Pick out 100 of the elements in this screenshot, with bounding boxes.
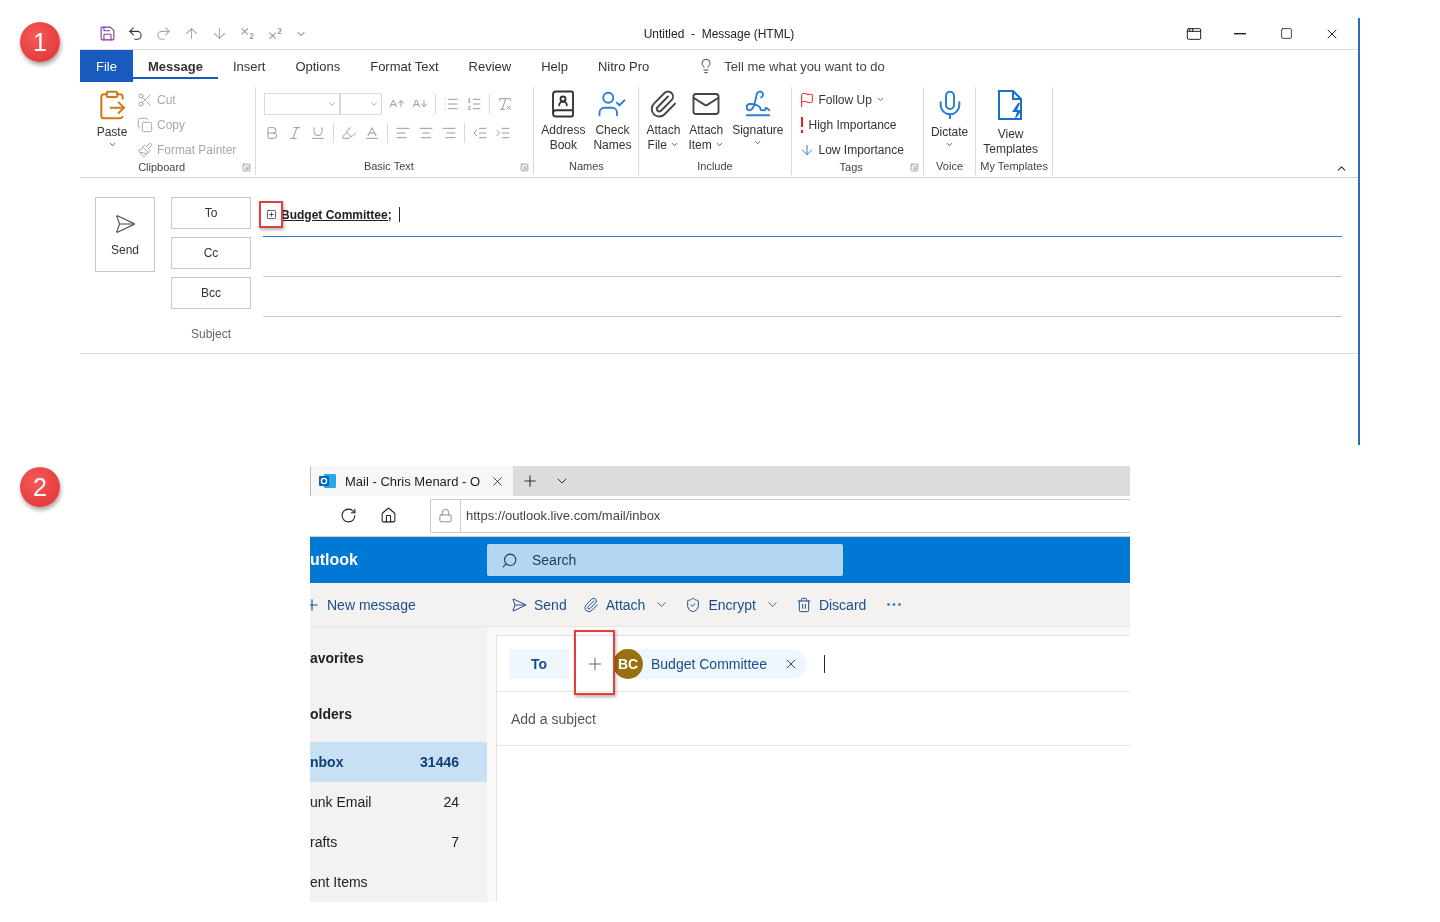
toolbar-button[interactable]: Discard (795, 596, 867, 613)
section-heading[interactable]: avorites (310, 630, 487, 686)
ribbon-tab[interactable]: Review (453, 50, 527, 82)
folder-item[interactable]: nbox 31446 (310, 742, 487, 782)
app-name: utlook (310, 551, 359, 570)
minimize-icon (1234, 32, 1246, 35)
ribbon-button[interactable]: Paste (92, 87, 132, 161)
group-label: Basic Text (362, 160, 415, 174)
ribbon-button[interactable]: Signature (729, 87, 787, 160)
ribbon-tab[interactable]: Help (526, 50, 583, 82)
dialog-launcher-icon[interactable] (909, 163, 919, 172)
ribbon-button[interactable]: Attach Item (685, 87, 728, 160)
paperclip-icon (582, 596, 599, 613)
expand-icon[interactable] (266, 209, 277, 220)
group-label: Clipboard (137, 161, 187, 175)
ribbon-button[interactable]: Dictate (927, 87, 972, 160)
numbering-icon (466, 96, 483, 112)
group-label: Include (696, 160, 734, 174)
clear-formatting-icon (497, 96, 514, 112)
refresh-icon (339, 507, 357, 525)
ribbon-button[interactable]: Follow Up (795, 88, 907, 111)
ribbon-tab[interactable]: Nitro Pro (582, 50, 665, 82)
group-label: Voice (935, 160, 965, 174)
caret-icon (327, 99, 338, 109)
file-tab[interactable]: File (80, 50, 133, 82)
outlook-logo-icon (319, 473, 337, 489)
text-cursor (823, 654, 825, 673)
copy-icon (137, 116, 153, 133)
ribbon-button[interactable]: Low Importance (795, 138, 907, 161)
redo-icon (155, 25, 172, 42)
address-bar[interactable]: https://outlook.live.com/mail/inbox (430, 498, 1130, 533)
subscript-icon (239, 25, 256, 42)
font-name-field[interactable] (264, 93, 341, 115)
toolbar-button[interactable]: Encrypt (685, 596, 780, 613)
save-icon (99, 25, 116, 42)
step-badge: 1 (20, 22, 60, 62)
folder-item[interactable]: unk Email 24 (310, 782, 487, 822)
search-field[interactable]: Search (487, 544, 843, 577)
subject-label: Subject (190, 327, 232, 341)
new-message-button[interactable]: New message (310, 595, 511, 614)
ribbon-button[interactable]: Check Names (590, 87, 635, 160)
indent-icon (495, 125, 512, 141)
outdent-icon (472, 125, 489, 141)
folder-name: unk Email (310, 794, 372, 810)
recipient-chip[interactable]: BC Budget Committee (613, 648, 807, 679)
home-icon (379, 507, 397, 525)
window-icon (1186, 25, 1202, 42)
align-left-icon (395, 125, 412, 141)
highlight-frame (574, 629, 615, 695)
address-button[interactable]: Cc (171, 237, 251, 269)
address-button[interactable]: To (171, 197, 251, 229)
unread-count: 7 (451, 834, 459, 850)
group-label: Tags (838, 161, 864, 175)
trash-icon (795, 596, 812, 613)
highlighter-icon (341, 125, 358, 141)
unread-count: 31446 (420, 754, 459, 770)
ribbon-tab[interactable]: Message (132, 50, 218, 82)
align-right-icon (441, 125, 458, 141)
font-size-field[interactable] (340, 93, 383, 115)
plus-icon (521, 472, 539, 490)
scissors-icon (137, 91, 153, 108)
address-button[interactable]: Bcc (171, 277, 251, 309)
section-heading[interactable]: olders (310, 686, 487, 742)
underline-icon (310, 125, 327, 141)
more-icon (887, 603, 902, 607)
shield-icon (685, 596, 702, 613)
browser-tab[interactable]: Mail - Chris Menard - O (310, 466, 513, 496)
dialog-launcher-icon[interactable] (520, 163, 530, 172)
folder-item[interactable]: rafts 7 (310, 822, 487, 862)
folder-item[interactable]: ent Items (310, 862, 487, 902)
flag-icon (798, 91, 815, 108)
tell-me-field[interactable]: Tell me what you want to do (724, 58, 885, 74)
ribbon-button[interactable]: View Templates (980, 87, 1041, 160)
ribbon-tab[interactable]: Format Text (355, 50, 454, 82)
ribbon-button[interactable]: Attach File (643, 87, 684, 160)
unread-count: 24 (443, 794, 459, 810)
ribbon-button[interactable]: Address Book (538, 87, 589, 160)
exclamation-icon (798, 116, 805, 133)
paperclip-icon (648, 89, 679, 119)
superscript-icon (267, 25, 284, 42)
send-button[interactable]: Send (95, 197, 155, 272)
undo-icon (127, 25, 144, 42)
ribbon-button[interactable]: High Importance (795, 113, 907, 136)
search-icon (501, 551, 518, 569)
avatar-initials: BC (613, 648, 643, 679)
ribbon-tab[interactable]: Options (280, 50, 356, 82)
folder-name: rafts (310, 834, 338, 850)
font-color-icon (364, 125, 381, 141)
dialog-launcher-icon[interactable] (242, 163, 252, 172)
folder-name: ent Items (310, 874, 368, 890)
send-icon (114, 212, 136, 235)
send-icon (511, 596, 527, 613)
highlight-frame (259, 201, 283, 228)
text-cursor (398, 207, 400, 222)
maximize-icon (1279, 27, 1293, 40)
group-label: Names (567, 160, 605, 174)
to-button[interactable]: To (509, 648, 569, 679)
ribbon-tab[interactable]: Insert (217, 50, 281, 82)
toolbar-button[interactable]: Send (511, 596, 567, 613)
toolbar-button[interactable]: Attach (582, 596, 670, 613)
